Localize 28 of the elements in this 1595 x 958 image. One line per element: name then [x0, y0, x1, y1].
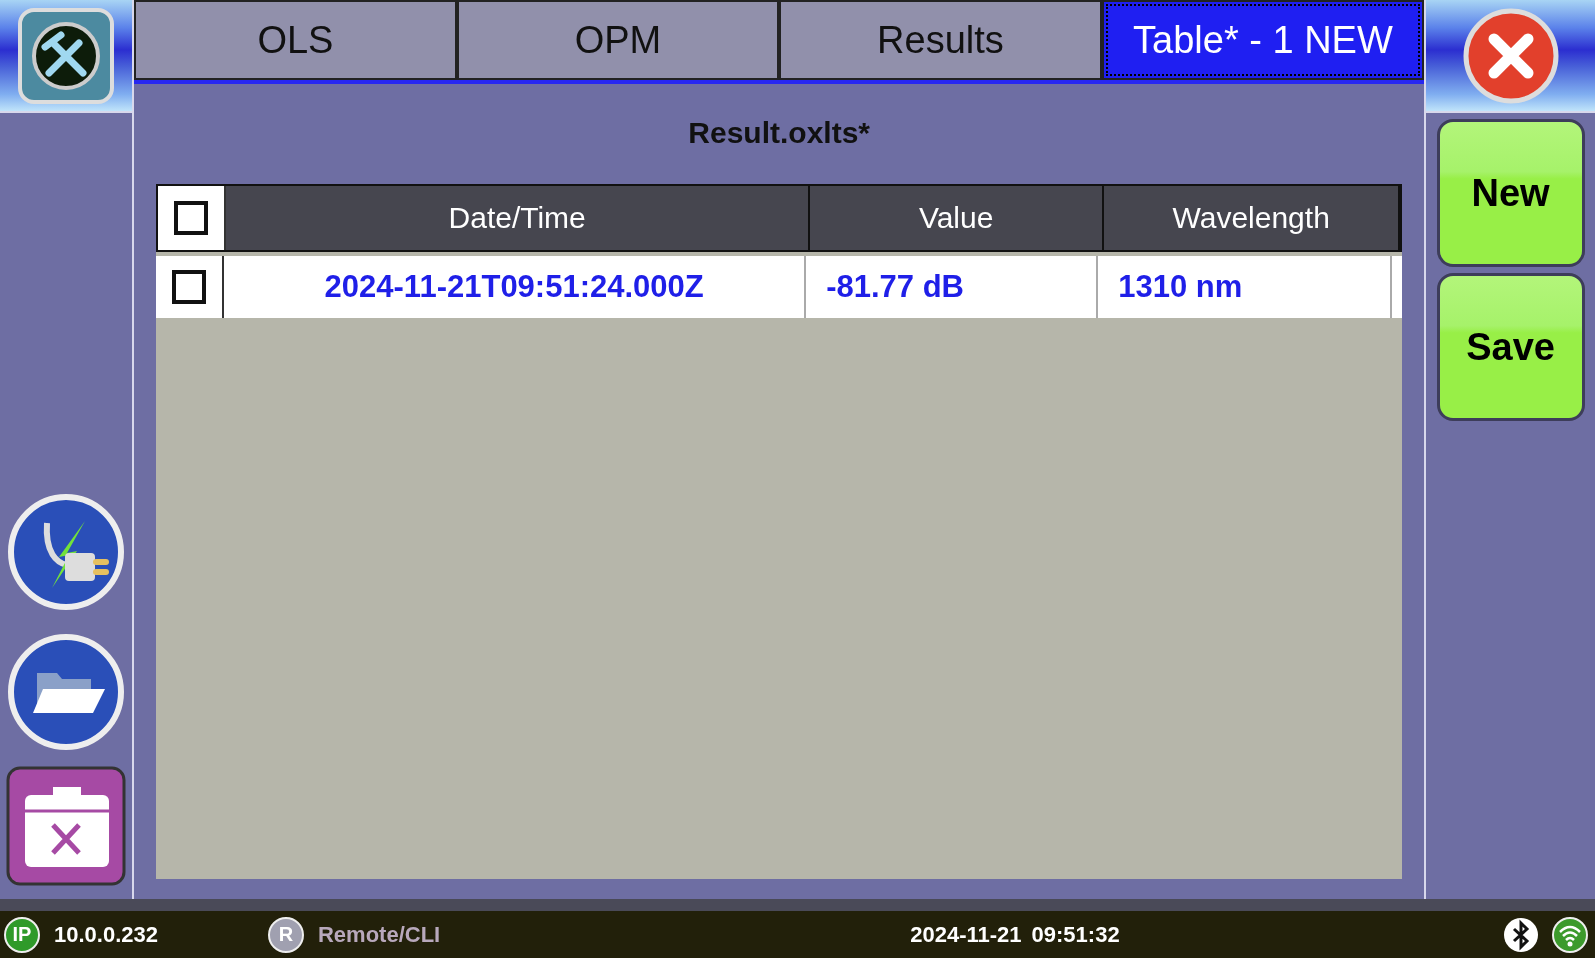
action-button[interactable]: Save: [1436, 273, 1585, 421]
tab[interactable]: Table* - 1 NEW: [1101, 0, 1425, 80]
folder-icon[interactable]: [7, 633, 126, 751]
tab[interactable]: Results: [779, 0, 1102, 80]
status-time: 09:51:32: [1031, 921, 1120, 948]
ip-badge: IP: [4, 916, 40, 953]
wifi-icon: [1551, 915, 1589, 954]
tab[interactable]: OPM: [456, 0, 780, 80]
plug-icon[interactable]: [7, 493, 126, 611]
file-title: Result.oxlts*: [688, 116, 871, 150]
select-all-checkbox[interactable]: [174, 201, 209, 235]
bluetooth-icon: [1503, 916, 1539, 953]
ip-address: 10.0.0.232: [54, 921, 158, 948]
remote-status: Remote/CLI: [318, 921, 441, 948]
close-icon[interactable]: [1461, 6, 1560, 105]
toolbox-icon[interactable]: [5, 765, 128, 887]
status-date: 2024-11-21: [910, 921, 1022, 948]
table-cell: -81.77 dB: [806, 256, 1099, 318]
remote-badge: R: [268, 916, 304, 953]
table-cell: 1310 nm: [1098, 256, 1393, 318]
column-header: Wavelength: [1104, 186, 1401, 250]
table-cell: 2024-11-21T09:51:24.000Z: [224, 256, 807, 318]
column-header: Value: [810, 186, 1105, 250]
tools-icon[interactable]: [17, 6, 116, 105]
action-button[interactable]: New: [1436, 119, 1585, 267]
column-header: Date/Time: [226, 186, 811, 250]
row-checkbox[interactable]: [172, 270, 207, 304]
tab[interactable]: OLS: [134, 0, 457, 80]
